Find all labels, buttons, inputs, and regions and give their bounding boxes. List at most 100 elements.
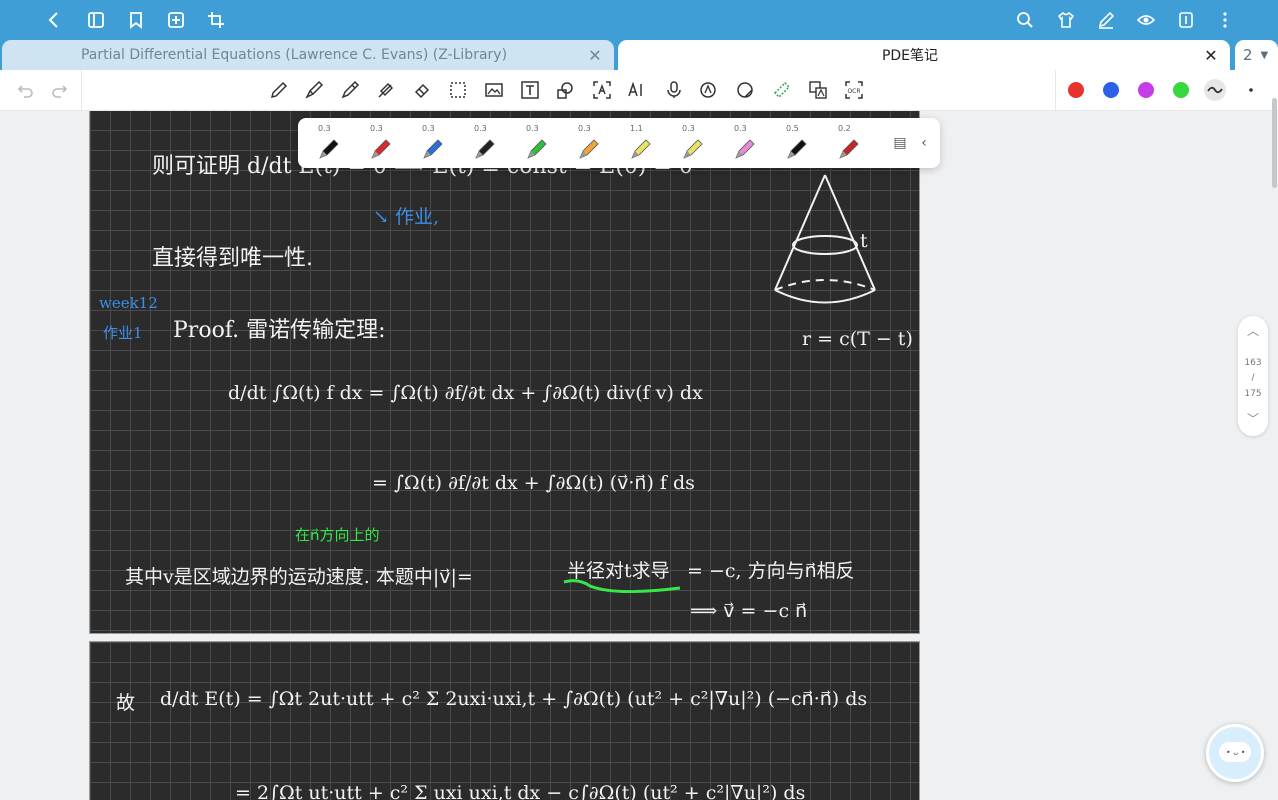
note-text: ⟹ v⃗ = −c n⃗	[690, 600, 808, 622]
pen-size-label: 0.3	[578, 124, 591, 133]
pen-icon	[631, 139, 651, 159]
pen-icon	[319, 139, 339, 159]
chevron-left-icon[interactable]: ‹	[914, 133, 934, 153]
split-view-icon[interactable]	[1174, 8, 1198, 32]
pen-preset[interactable]: 0.3	[460, 122, 506, 164]
top-app-bar	[0, 0, 1278, 40]
undo-icon[interactable]	[15, 79, 37, 101]
color-swatch-green[interactable]	[1173, 82, 1189, 98]
pen-preset[interactable]: 0.3	[720, 122, 766, 164]
note-text: = −c, 方向与n⃗相反	[687, 560, 855, 582]
pen-size-label: 0.3	[474, 124, 487, 133]
pen-mode-icon[interactable]	[1094, 8, 1118, 32]
bookmark-icon[interactable]	[124, 8, 148, 32]
chevron-down-icon[interactable]: ﹀	[1238, 410, 1268, 427]
text-box-icon[interactable]	[519, 79, 541, 101]
assistant-bubble[interactable]: • ᴗ •	[1206, 724, 1264, 782]
fountain-pen-icon[interactable]	[303, 79, 325, 101]
tape-icon[interactable]	[771, 79, 793, 101]
note-text: 故	[116, 692, 136, 714]
pen-preset[interactable]: 0.3	[356, 122, 402, 164]
note-page[interactable]: 故 d/dt E(t) = ∫Ωt 2ut·utt + c² Σ 2uxi·ux…	[89, 641, 920, 800]
color-swatch-red[interactable]	[1068, 82, 1084, 98]
cloud-face-icon: • ᴗ •	[1226, 748, 1246, 757]
divider	[1055, 70, 1056, 110]
pen-preset[interactable]: 0.3	[408, 122, 454, 164]
close-icon[interactable]: ✕	[586, 46, 604, 65]
eraser-icon[interactable]	[411, 79, 433, 101]
note-text: d/dt E(t) = ∫Ωt 2ut·utt + c² Σ 2uxi·uxi,…	[160, 688, 868, 710]
microphone-icon[interactable]	[663, 79, 685, 101]
pen-size-label: 1.1	[630, 124, 643, 133]
pen-icon	[735, 139, 755, 159]
tab-bar: Partial Differential Equations (Lawrence…	[0, 40, 1278, 70]
pen-size-label: 0.3	[370, 124, 383, 133]
pen-icon	[371, 139, 391, 159]
pen-icon	[527, 139, 547, 159]
more-vertical-icon[interactable]	[1213, 8, 1237, 32]
scrollbar[interactable]	[1272, 98, 1277, 188]
green-underline	[563, 579, 681, 594]
note-page[interactable]: 则可证明 d/dt E(t) = 0 ⟹ E(t) ≡ const = E(0)…	[89, 111, 920, 634]
svg-text:OCR: OCR	[847, 88, 860, 95]
note-text: = 2∫Ωt ut·utt + c² Σ uxi uxi,t dx − c∫∂Ω…	[235, 782, 806, 800]
tab-title: PDE笔记	[881, 48, 939, 64]
chevron-up-icon[interactable]: ︿	[1238, 322, 1268, 339]
lasso-select-icon[interactable]	[447, 79, 469, 101]
crop-icon[interactable]	[204, 8, 228, 32]
formula-recognition-icon[interactable]	[698, 79, 720, 101]
pen-icon	[839, 139, 859, 159]
pen-preset[interactable]: 0.3	[668, 122, 714, 164]
ocr-icon[interactable]: OCR	[843, 79, 865, 101]
search-icon[interactable]	[1013, 8, 1037, 32]
tab-evans-pdf[interactable]: Partial Differential Equations (Lawrence…	[2, 40, 614, 70]
pen-preset[interactable]: 0.3	[512, 122, 558, 164]
redo-icon[interactable]	[48, 79, 70, 101]
book-outline-icon[interactable]	[84, 8, 108, 32]
note-canvas[interactable]: 则可证明 d/dt E(t) = 0 ⟹ E(t) ≡ const = E(0)…	[0, 111, 1278, 800]
tab-overflow[interactable]: 2 ▼	[1235, 40, 1278, 70]
note-text: r = c(T − t)	[802, 328, 913, 350]
pen-preset[interactable]: 0.3	[304, 122, 350, 164]
pen-size-label: 0.3	[526, 124, 539, 133]
pen-size-label: 0.3	[422, 124, 435, 133]
note-text: ↘ 作业,	[373, 206, 439, 228]
chevron-down-icon: ▼	[1260, 49, 1269, 61]
note-text: week12	[99, 294, 158, 312]
note-text: 作业1	[103, 324, 143, 342]
shape-icon[interactable]	[554, 79, 576, 101]
color-swatch-blue[interactable]	[1103, 82, 1119, 98]
ballpoint-pen-icon[interactable]	[339, 79, 361, 101]
text-recognition-icon[interactable]	[591, 79, 613, 101]
close-icon[interactable]: ✕	[1202, 46, 1220, 65]
laser-pointer-icon[interactable]	[734, 79, 756, 101]
back-icon[interactable]	[42, 8, 66, 32]
stroke-width-dot-icon[interactable]	[1240, 79, 1262, 101]
page-indicator: ︿ 163 / 175 ﹀	[1238, 316, 1268, 436]
translate-icon[interactable]	[807, 79, 829, 101]
drawing-toolbar: OCR	[0, 70, 1278, 111]
page-separator: /	[1251, 373, 1255, 383]
note-text: 在n⃗方向上的	[295, 526, 380, 544]
pen-preset[interactable]: 0.5	[772, 122, 818, 164]
pen-size-label: 0.3	[682, 124, 695, 133]
tab-pde-notes[interactable]: PDE笔记 ✕	[618, 40, 1230, 70]
theme-shirt-icon[interactable]	[1054, 8, 1078, 32]
pencil-icon[interactable]	[268, 79, 290, 101]
add-page-icon[interactable]	[164, 8, 188, 32]
highlighter-icon[interactable]	[375, 79, 397, 101]
pen-preset[interactable]: 1.1	[616, 122, 662, 164]
color-swatch-purple[interactable]	[1138, 82, 1154, 98]
eye-icon[interactable]	[1134, 8, 1158, 32]
pen-preset[interactable]: 0.3	[564, 122, 610, 164]
pen-icon	[475, 139, 495, 159]
note-text: d/dt ∫Ω(t) f dx = ∫Ω(t) ∂f/∂t dx + ∫∂Ω(t…	[228, 382, 703, 404]
palette-settings-icon[interactable]: ▤	[890, 133, 910, 153]
current-page: 163	[1244, 358, 1262, 368]
pen-preset[interactable]: 0.2	[824, 122, 870, 164]
image-icon[interactable]	[483, 79, 505, 101]
pen-size-label: 0.5	[786, 124, 799, 133]
ai-icon[interactable]	[626, 79, 648, 101]
pen-size-label: 0.2	[838, 124, 851, 133]
stroke-style-icon[interactable]	[1204, 79, 1226, 101]
